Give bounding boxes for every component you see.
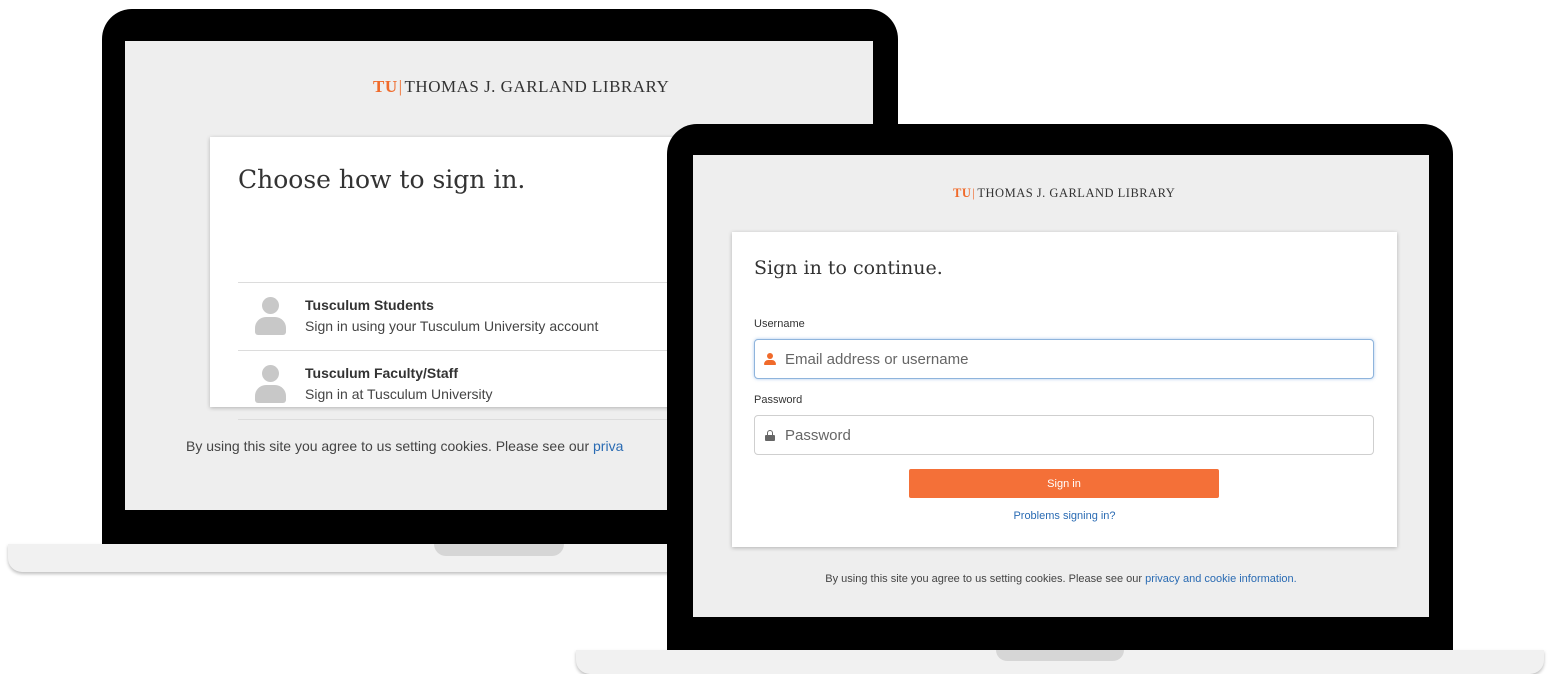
left-laptop-base: [8, 544, 728, 572]
privacy-link[interactable]: priva: [593, 438, 623, 454]
option-title: Tusculum Faculty/Staff: [305, 365, 458, 381]
right-laptop-notch: [996, 650, 1124, 661]
page-title: Sign in to continue.: [754, 257, 943, 279]
cookie-notice: By using this site you agree to us setti…: [693, 573, 1429, 585]
signin-card: Sign in to continue. Username Password S…: [732, 232, 1397, 547]
library-logo: TU | THOMAS J. GARLAND LIBRARY: [373, 77, 669, 97]
left-laptop-notch: [434, 544, 564, 556]
cookie-notice: By using this site you agree to us setti…: [186, 438, 623, 454]
logo-divider: |: [972, 186, 976, 200]
password-label: Password: [754, 394, 803, 406]
signin-option-faculty-staff[interactable]: Tusculum Faculty/Staff Sign in at Tuscul…: [238, 350, 730, 420]
user-avatar-icon: [254, 365, 286, 405]
cookie-notice-text: By using this site you agree to us setti…: [825, 573, 1146, 585]
logo-divider: |: [398, 77, 403, 96]
password-field[interactable]: [754, 415, 1374, 455]
library-name: THOMAS J. GARLAND LIBRARY: [404, 77, 670, 96]
option-title: Tusculum Students: [305, 297, 434, 313]
password-input[interactable]: [785, 426, 1345, 444]
username-input[interactable]: [785, 350, 1345, 368]
username-field[interactable]: [754, 339, 1374, 379]
choose-signin-card: Choose how to sign in. Tusculum Students…: [210, 137, 730, 420]
cookie-notice-text: By using this site you agree to us setti…: [186, 438, 594, 454]
library-name: THOMAS J. GARLAND LIBRARY: [977, 186, 1176, 200]
signin-button[interactable]: Sign in: [909, 469, 1219, 498]
user-icon: [755, 353, 785, 365]
library-logo: TU | THOMAS J. GARLAND LIBRARY: [953, 186, 1175, 201]
username-label: Username: [754, 318, 805, 330]
lock-icon: [755, 429, 785, 441]
privacy-link[interactable]: privacy and cookie information.: [1145, 573, 1297, 585]
signin-option-students[interactable]: Tusculum Students Sign in using your Tus…: [238, 282, 730, 351]
problems-signing-in-link[interactable]: Problems signing in?: [732, 510, 1397, 522]
tusculum-logo-mark: TU: [373, 77, 398, 96]
option-subtitle: Sign in at Tusculum University: [305, 386, 493, 402]
option-subtitle: Sign in using your Tusculum University a…: [305, 318, 599, 334]
user-avatar-icon: [254, 297, 286, 337]
tusculum-logo-mark: TU: [953, 186, 972, 200]
right-laptop-screen: TU | THOMAS J. GARLAND LIBRARY Sign in t…: [693, 155, 1429, 617]
page-title: Choose how to sign in.: [238, 165, 526, 194]
